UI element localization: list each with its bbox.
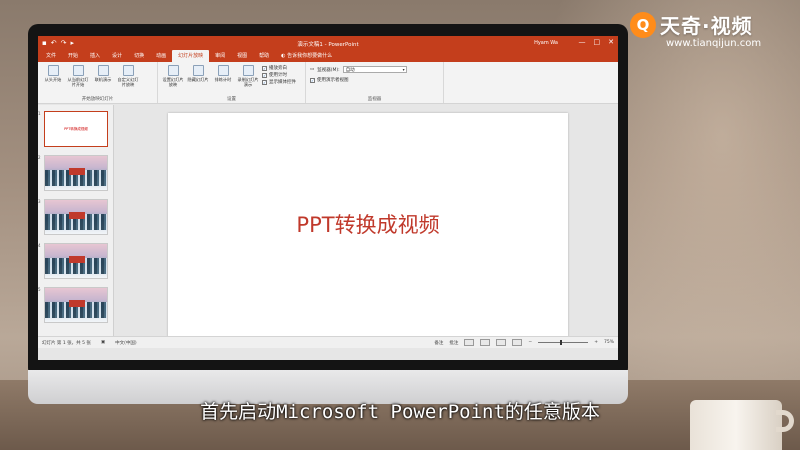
- checkmark-icon: ✓: [310, 77, 315, 83]
- title-bar: ▪ ↶ ↷ ▸ 演示文稿1 - PowerPoint Hyam Wa — □ ✕: [38, 36, 618, 50]
- tab-slideshow[interactable]: 幻灯片放映: [172, 50, 210, 62]
- zoom-in-icon[interactable]: +: [594, 340, 598, 345]
- slide-thumbnail-3[interactable]: [44, 199, 108, 235]
- ribbon-tabs: 文件 开始 插入 设计 切换 动画 幻灯片放映 审阅 视图 帮助 ◐ 告诉我你想…: [38, 50, 618, 62]
- slide-thumbnail-1[interactable]: PPT转换成视频: [44, 111, 108, 147]
- notes-button[interactable]: 备注: [434, 340, 443, 346]
- rehearse-timings-button[interactable]: 排练计时: [212, 64, 234, 87]
- slide-sorter-button[interactable]: [480, 339, 491, 346]
- slideshow-view-button[interactable]: [512, 339, 523, 346]
- tab-review[interactable]: 审阅: [209, 52, 231, 62]
- video-frame: ▪ ↶ ↷ ▸ 演示文稿1 - PowerPoint Hyam Wa — □ ✕…: [0, 0, 800, 450]
- video-subtitle: 首先启动Microsoft PowerPoint的任意版本: [200, 401, 600, 423]
- ribbon: 从头开始 从当前幻灯片开始 联机演示 自定义幻灯片放映 开始放映幻灯片 设置幻灯…: [38, 62, 618, 104]
- zoom-level[interactable]: 75%: [604, 340, 614, 345]
- slide-canvas: PPT转换成视频: [128, 113, 604, 341]
- slide-title[interactable]: PPT转换成视频: [168, 209, 568, 239]
- normal-view-button[interactable]: [464, 339, 475, 346]
- play-narration-checkbox[interactable]: ✓ 播放旁白: [262, 65, 296, 71]
- record-slideshow-button[interactable]: 录制幻灯片演示: [237, 64, 259, 87]
- thumb-number: 1: [38, 111, 41, 116]
- window-controls: — □ ✕: [579, 38, 615, 46]
- checkmark-icon: ✓: [262, 72, 267, 78]
- use-timings-checkbox[interactable]: ✓ 使用计时: [262, 72, 296, 78]
- reading-view-button[interactable]: [496, 339, 507, 346]
- group-label: 设置: [227, 97, 236, 102]
- play-icon: [47, 65, 59, 76]
- monitor-row: ▭ 监视器(M): 自动 ▾: [310, 66, 439, 73]
- tab-insert[interactable]: 插入: [84, 52, 106, 62]
- document-title: 演示文稿1 - PowerPoint: [297, 42, 359, 48]
- status-right: 备注 批注 − + 75%: [434, 339, 614, 346]
- group-monitors: ▭ 监视器(M): 自动 ▾ ✓ 使用演示者视图 监视器: [306, 62, 444, 103]
- presenter-view-checkbox[interactable]: ✓ 使用演示者视图: [310, 77, 439, 83]
- tab-animations[interactable]: 动画: [150, 52, 172, 62]
- powerpoint-window: ▪ ↶ ↷ ▸ 演示文稿1 - PowerPoint Hyam Wa — □ ✕…: [38, 36, 618, 360]
- from-current-button[interactable]: 从当前幻灯片开始: [67, 64, 89, 87]
- comments-button[interactable]: 批注: [449, 340, 458, 346]
- language-indicator[interactable]: 中文(中国): [115, 340, 137, 346]
- minimize-button[interactable]: —: [579, 38, 586, 46]
- brand-url: www.tianqijun.com: [666, 38, 762, 49]
- group-start-slideshow: 从头开始 从当前幻灯片开始 联机演示 自定义幻灯片放映 开始放映幻灯片: [38, 62, 158, 103]
- slide-thumbnail-5[interactable]: [44, 287, 108, 323]
- tab-view[interactable]: 视图: [231, 52, 253, 62]
- workspace: 1 PPT转换成视频 2 3 4 5 PPT转换成视频 幻灯片 第 1 张，共 …: [38, 105, 618, 348]
- monitor-select[interactable]: 自动 ▾: [342, 66, 407, 73]
- setup-icon: [167, 65, 179, 76]
- tab-help[interactable]: 帮助: [253, 52, 275, 62]
- tab-design[interactable]: 设计: [106, 52, 128, 62]
- play-current-icon: [72, 65, 84, 76]
- slide-thumbnail-4[interactable]: [44, 243, 108, 279]
- thumb-number: 3: [38, 199, 41, 204]
- show-media-controls-checkbox[interactable]: ✓ 显示媒体控件: [262, 79, 296, 85]
- zoom-knob[interactable]: [560, 340, 563, 345]
- thumb-number: 4: [38, 243, 41, 248]
- zoom-slider[interactable]: [538, 340, 589, 345]
- checkmark-icon: ✓: [262, 79, 267, 85]
- zoom-out-icon[interactable]: −: [528, 340, 532, 345]
- globe-icon: [97, 65, 109, 76]
- monitor-icon: ▭: [310, 67, 315, 72]
- thumb-title: PPT转换成视频: [64, 127, 88, 131]
- checkmark-icon: ✓: [262, 65, 267, 71]
- close-button[interactable]: ✕: [608, 38, 614, 46]
- custom-show-icon: [122, 65, 134, 76]
- clock-icon: [217, 65, 229, 76]
- online-present-button[interactable]: 联机演示: [92, 64, 114, 87]
- thumb-number: 5: [38, 287, 41, 292]
- setup-checkboxes: ✓ 播放旁白 ✓ 使用计时 ✓ 显示媒体控件: [262, 64, 296, 87]
- tell-me-label: 告诉我你想要做什么: [287, 53, 333, 59]
- from-beginning-button[interactable]: 从头开始: [42, 64, 64, 87]
- group-label: 开始放映幻灯片: [81, 97, 114, 102]
- brand-badge-icon: Q: [630, 11, 656, 38]
- group-label: 监视器: [367, 97, 382, 102]
- hide-slide-button[interactable]: 隐藏幻灯片: [187, 64, 209, 87]
- setup-slideshow-button[interactable]: 设置幻灯片放映: [162, 64, 184, 87]
- current-slide[interactable]: PPT转换成视频: [168, 113, 568, 341]
- thumb-number: 2: [38, 155, 41, 160]
- group-setup: 设置幻灯片放映 隐藏幻灯片 排练计时 录制幻灯片演示 ✓ 播放旁白 ✓ 使用计时 ✓…: [158, 62, 306, 103]
- tell-me-box[interactable]: ◐ 告诉我你想要做什么: [275, 52, 338, 62]
- slide-thumbnail-pane: 1 PPT转换成视频 2 3 4 5: [38, 105, 114, 348]
- tab-transitions[interactable]: 切换: [128, 52, 150, 62]
- tab-file[interactable]: 文件: [40, 52, 62, 62]
- slide-counter: 幻灯片 第 1 张，共 5 张: [42, 340, 91, 346]
- status-bar: 幻灯片 第 1 张，共 5 张 ▣ 中文(中国) 备注 批注 − + 75%: [38, 336, 618, 348]
- record-icon: [242, 65, 254, 76]
- chevron-down-icon: ▾: [402, 67, 405, 72]
- slide-thumbnail-2[interactable]: [44, 155, 108, 191]
- hide-slide-icon: [192, 65, 204, 76]
- custom-slideshow-button[interactable]: 自定义幻灯片放映: [117, 64, 139, 87]
- user-name[interactable]: Hyam Wa: [534, 40, 558, 46]
- brand-name: 天奇·视频: [660, 14, 753, 38]
- brand-logo: Q 天奇·视频: [630, 10, 753, 39]
- tab-home[interactable]: 开始: [62, 52, 84, 62]
- spellcheck-icon[interactable]: ▣: [101, 340, 105, 345]
- monitor-label: 监视器(M):: [317, 67, 340, 73]
- maximize-button[interactable]: □: [594, 38, 601, 46]
